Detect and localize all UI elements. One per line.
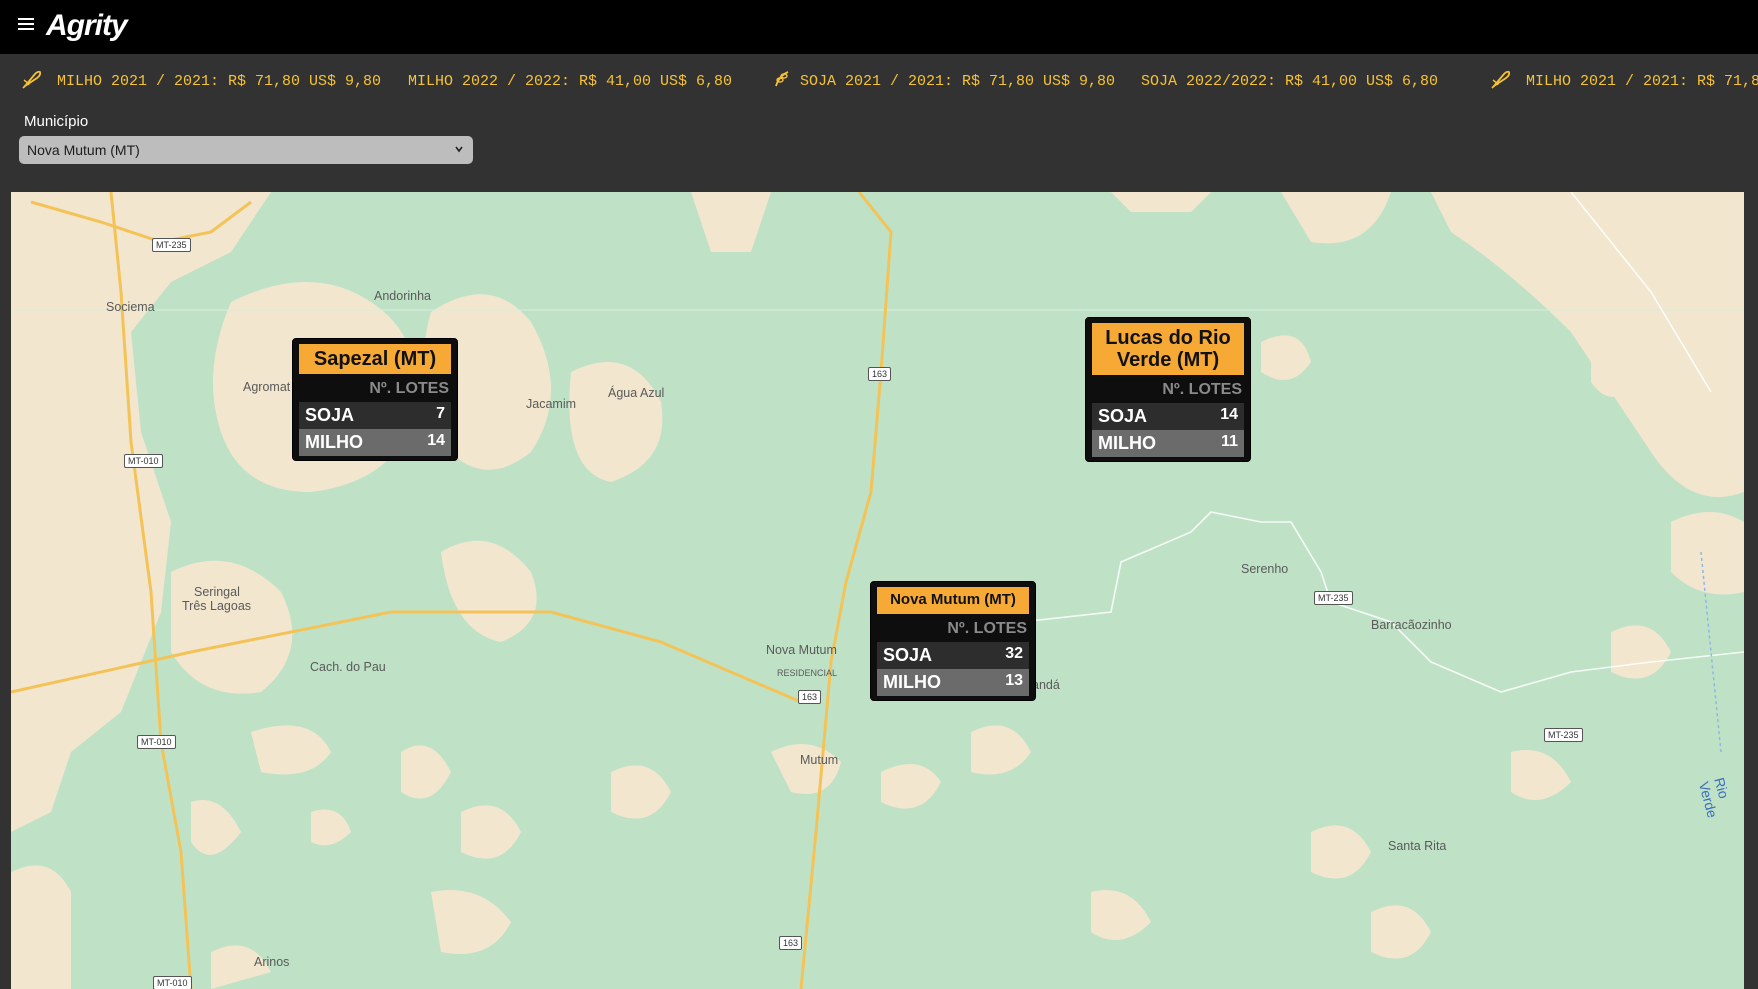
- ticker-item: SOJA 2022/2022: R$ 41,00 US$ 6,80: [1141, 73, 1439, 90]
- map-place-label: Santa Rita: [1388, 839, 1447, 853]
- card-header: Nº. LOTES: [1162, 381, 1242, 398]
- ticker-item: MILHO 2021 / 2021: R$ 71,8: [1526, 73, 1758, 90]
- card-title: Nova Mutum (MT): [877, 587, 1029, 614]
- municipio-select[interactable]: Nova Mutum (MT): [19, 136, 473, 164]
- map-place-label: Agromat: [243, 380, 291, 394]
- milho-label: MILHO: [305, 432, 363, 452]
- milho-count: 11: [1221, 433, 1238, 450]
- milho-count: 13: [1005, 671, 1023, 689]
- map-place-label: RESIDENCIAL: [777, 668, 838, 678]
- road-shield: MT-235: [1314, 591, 1353, 605]
- soja-label: SOJA: [1098, 406, 1148, 426]
- road-shield: 163: [798, 690, 822, 704]
- map-place-label: Três Lagoas: [182, 599, 252, 613]
- road-shield: 163: [779, 936, 803, 950]
- municipio-card-lucas-do-rio-verde[interactable]: Lucas do Rio Verde (MT) Nº. LOTES SOJA 1…: [1085, 317, 1251, 462]
- hamburger-menu-icon[interactable]: [18, 18, 34, 34]
- road-shield: MT-010: [137, 735, 176, 749]
- card-row-soja: SOJA 14: [1092, 403, 1244, 430]
- milho-count: 14: [427, 432, 445, 449]
- road-shield: MT-235: [1544, 728, 1583, 742]
- map-place-label: Nova Mutum: [766, 643, 837, 657]
- map-place-label: Andorinha: [374, 289, 431, 303]
- chevron-down-icon: [455, 146, 463, 153]
- soja-label: SOJA: [883, 644, 933, 665]
- road-shield: MT-235: [152, 238, 191, 252]
- map-place-label: Barracãozinho: [1371, 618, 1452, 632]
- ticker-item: MILHO 2021 / 2021: R$ 71,80 US$ 9,80: [57, 73, 382, 90]
- road-shield: MT-010: [124, 454, 163, 468]
- card-row-milho: MILHO 14: [299, 429, 451, 456]
- soja-count: 7: [436, 405, 445, 422]
- map[interactable]: Andorinha Sociema Agromat Jacamim Água A…: [11, 192, 1744, 989]
- card-row-milho: MILHO 13: [877, 668, 1029, 696]
- milho-label: MILHO: [1098, 433, 1156, 453]
- municipio-card-sapezal[interactable]: Sapezal (MT) Nº. LOTES SOJA 7 MILHO 14: [292, 338, 458, 461]
- map-place-label: andá: [1032, 678, 1060, 692]
- milho-label: MILHO: [883, 671, 941, 692]
- map-place-label: Arinos: [254, 955, 290, 969]
- road-shield: MT-010: [153, 976, 192, 989]
- ticker-item: SOJA 2021 / 2021: R$ 71,80 US$ 9,80: [800, 73, 1116, 90]
- municipio-card-nova-mutum[interactable]: Nova Mutum (MT) Nº. LOTES SOJA 32 MILHO …: [870, 581, 1036, 701]
- soja-count: 14: [1220, 406, 1238, 423]
- card-row-soja: SOJA 7: [299, 402, 451, 429]
- corn-icon: [1491, 70, 1511, 89]
- soja-count: 32: [1005, 644, 1023, 662]
- corn-icon: [22, 70, 42, 89]
- card-title: Lucas do Rio Verde (MT): [1092, 323, 1244, 375]
- municipio-select-value: Nova Mutum (MT): [27, 142, 140, 158]
- map-place-label: Cach. do Pau: [310, 660, 386, 674]
- card-row-soja: SOJA 32: [877, 641, 1029, 669]
- map-place-label: Água Azul: [608, 386, 665, 400]
- brand-logo[interactable]: Agrity: [46, 9, 128, 43]
- ticker-item: MILHO 2022 / 2022: R$ 41,00 US$ 6,80: [408, 73, 733, 90]
- map-place-label: Serenho: [1241, 562, 1289, 576]
- price-ticker: MILHO 2021 / 2021: R$ 71,80 US$ 9,80 MIL…: [0, 54, 1758, 108]
- card-row-milho: MILHO 11: [1092, 430, 1244, 457]
- map-place-label: Sociema: [106, 300, 155, 314]
- soja-label: SOJA: [305, 405, 355, 425]
- municipio-label: Município: [24, 113, 89, 130]
- card-header: Nº. LOTES: [369, 380, 449, 397]
- soy-icon: [775, 71, 789, 87]
- card-header: Nº. LOTES: [947, 619, 1027, 637]
- card-title: Sapezal (MT): [299, 344, 451, 374]
- map-place-label: Jacamim: [526, 397, 577, 411]
- map-place-label: Seringal: [194, 585, 240, 599]
- map-place-label: Mutum: [800, 753, 839, 767]
- top-bar: Agrity: [0, 0, 1758, 54]
- road-shield: 163: [868, 367, 892, 381]
